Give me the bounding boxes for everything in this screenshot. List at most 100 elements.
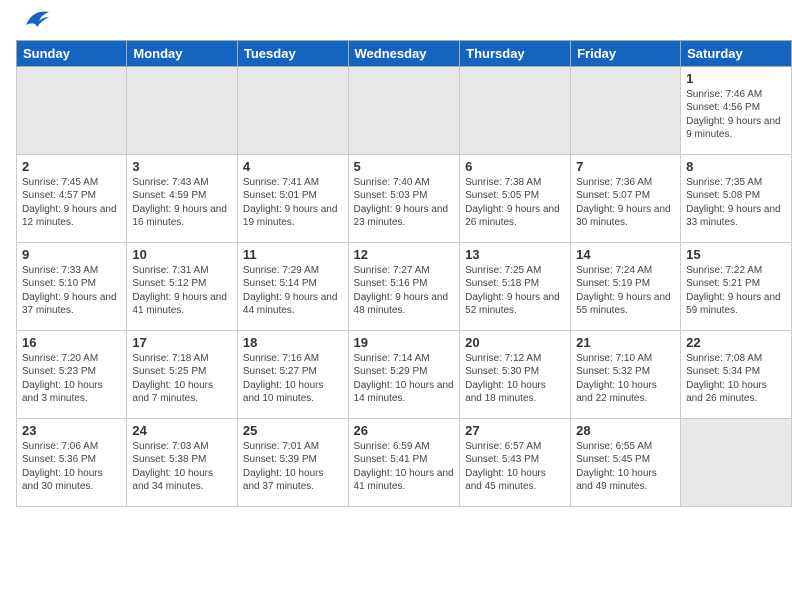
day-number: 9 xyxy=(22,247,121,262)
day-header-saturday: Saturday xyxy=(681,40,792,66)
cal-cell: 18 Sunrise: 7:16 AM Sunset: 5:27 PM Dayli… xyxy=(237,330,348,418)
day-info: Sunrise: 7:40 AM Sunset: 5:03 PM Dayligh… xyxy=(354,176,455,230)
calendar: SundayMondayTuesdayWednesdayThursdayFrid… xyxy=(16,40,792,507)
day-info: Sunrise: 7:24 AM Sunset: 5:19 PM Dayligh… xyxy=(576,264,675,318)
cal-cell: 2 Sunrise: 7:45 AM Sunset: 4:57 PM Daylig… xyxy=(17,154,127,242)
day-number: 20 xyxy=(465,335,565,350)
day-info: Sunrise: 7:03 AM Sunset: 5:38 PM Dayligh… xyxy=(132,440,232,494)
cal-cell xyxy=(127,66,238,154)
day-number: 13 xyxy=(465,247,565,262)
day-info: Sunrise: 7:01 AM Sunset: 5:39 PM Dayligh… xyxy=(243,440,343,494)
cal-cell: 11 Sunrise: 7:29 AM Sunset: 5:14 PM Dayli… xyxy=(237,242,348,330)
day-info: Sunrise: 7:25 AM Sunset: 5:18 PM Dayligh… xyxy=(465,264,565,318)
cal-cell: 6 Sunrise: 7:38 AM Sunset: 5:05 PM Daylig… xyxy=(460,154,571,242)
logo xyxy=(18,14,51,34)
day-number: 22 xyxy=(686,335,786,350)
day-number: 24 xyxy=(132,423,232,438)
cal-cell: 14 Sunrise: 7:24 AM Sunset: 5:19 PM Dayli… xyxy=(571,242,681,330)
day-number: 7 xyxy=(576,159,675,174)
day-number: 2 xyxy=(22,159,121,174)
day-info: Sunrise: 7:20 AM Sunset: 5:23 PM Dayligh… xyxy=(22,352,121,406)
cal-cell: 23 Sunrise: 7:06 AM Sunset: 5:36 PM Dayli… xyxy=(17,418,127,506)
day-number: 12 xyxy=(354,247,455,262)
cal-cell: 12 Sunrise: 7:27 AM Sunset: 5:16 PM Dayli… xyxy=(348,242,460,330)
day-info: Sunrise: 7:10 AM Sunset: 5:32 PM Dayligh… xyxy=(576,352,675,406)
day-info: Sunrise: 7:31 AM Sunset: 5:12 PM Dayligh… xyxy=(132,264,232,318)
day-number: 4 xyxy=(243,159,343,174)
day-info: Sunrise: 6:59 AM Sunset: 5:41 PM Dayligh… xyxy=(354,440,455,494)
day-number: 15 xyxy=(686,247,786,262)
day-info: Sunrise: 7:22 AM Sunset: 5:21 PM Dayligh… xyxy=(686,264,786,318)
day-number: 27 xyxy=(465,423,565,438)
day-number: 25 xyxy=(243,423,343,438)
day-number: 11 xyxy=(243,247,343,262)
cal-cell: 20 Sunrise: 7:12 AM Sunset: 5:30 PM Dayli… xyxy=(460,330,571,418)
day-info: Sunrise: 7:35 AM Sunset: 5:08 PM Dayligh… xyxy=(686,176,786,230)
day-info: Sunrise: 7:18 AM Sunset: 5:25 PM Dayligh… xyxy=(132,352,232,406)
day-header-tuesday: Tuesday xyxy=(237,40,348,66)
cal-cell: 28 Sunrise: 6:55 AM Sunset: 5:45 PM Dayli… xyxy=(571,418,681,506)
day-info: Sunrise: 7:14 AM Sunset: 5:29 PM Dayligh… xyxy=(354,352,455,406)
cal-cell xyxy=(460,66,571,154)
day-info: Sunrise: 7:38 AM Sunset: 5:05 PM Dayligh… xyxy=(465,176,565,230)
cal-cell: 9 Sunrise: 7:33 AM Sunset: 5:10 PM Daylig… xyxy=(17,242,127,330)
day-number: 17 xyxy=(132,335,232,350)
day-number: 3 xyxy=(132,159,232,174)
day-info: Sunrise: 6:55 AM Sunset: 5:45 PM Dayligh… xyxy=(576,440,675,494)
cal-cell xyxy=(681,418,792,506)
day-info: Sunrise: 7:16 AM Sunset: 5:27 PM Dayligh… xyxy=(243,352,343,406)
day-number: 16 xyxy=(22,335,121,350)
cal-cell: 25 Sunrise: 7:01 AM Sunset: 5:39 PM Dayli… xyxy=(237,418,348,506)
day-number: 23 xyxy=(22,423,121,438)
cal-cell xyxy=(348,66,460,154)
day-info: Sunrise: 7:45 AM Sunset: 4:57 PM Dayligh… xyxy=(22,176,121,230)
cal-cell: 13 Sunrise: 7:25 AM Sunset: 5:18 PM Dayli… xyxy=(460,242,571,330)
day-info: Sunrise: 7:43 AM Sunset: 4:59 PM Dayligh… xyxy=(132,176,232,230)
day-info: Sunrise: 7:08 AM Sunset: 5:34 PM Dayligh… xyxy=(686,352,786,406)
cal-cell: 4 Sunrise: 7:41 AM Sunset: 5:01 PM Daylig… xyxy=(237,154,348,242)
day-number: 6 xyxy=(465,159,565,174)
day-info: Sunrise: 7:29 AM Sunset: 5:14 PM Dayligh… xyxy=(243,264,343,318)
day-header-sunday: Sunday xyxy=(17,40,127,66)
day-info: Sunrise: 7:27 AM Sunset: 5:16 PM Dayligh… xyxy=(354,264,455,318)
cal-cell: 10 Sunrise: 7:31 AM Sunset: 5:12 PM Dayli… xyxy=(127,242,238,330)
cal-cell: 17 Sunrise: 7:18 AM Sunset: 5:25 PM Dayli… xyxy=(127,330,238,418)
cal-cell: 16 Sunrise: 7:20 AM Sunset: 5:23 PM Dayli… xyxy=(17,330,127,418)
day-number: 26 xyxy=(354,423,455,438)
day-info: Sunrise: 7:33 AM Sunset: 5:10 PM Dayligh… xyxy=(22,264,121,318)
day-info: Sunrise: 7:41 AM Sunset: 5:01 PM Dayligh… xyxy=(243,176,343,230)
cal-cell xyxy=(237,66,348,154)
cal-cell: 27 Sunrise: 6:57 AM Sunset: 5:43 PM Dayli… xyxy=(460,418,571,506)
cal-cell: 8 Sunrise: 7:35 AM Sunset: 5:08 PM Daylig… xyxy=(681,154,792,242)
cal-cell: 5Sunrise: 7:40 AM Sunset: 5:03 PM Daylig… xyxy=(348,154,460,242)
header xyxy=(0,0,792,40)
day-header-wednesday: Wednesday xyxy=(348,40,460,66)
cal-cell: 15 Sunrise: 7:22 AM Sunset: 5:21 PM Dayli… xyxy=(681,242,792,330)
day-info: Sunrise: 7:46 AM Sunset: 4:56 PM Dayligh… xyxy=(686,88,786,142)
day-number: 18 xyxy=(243,335,343,350)
day-header-friday: Friday xyxy=(571,40,681,66)
day-info: Sunrise: 7:12 AM Sunset: 5:30 PM Dayligh… xyxy=(465,352,565,406)
cal-cell: 3 Sunrise: 7:43 AM Sunset: 4:59 PM Daylig… xyxy=(127,154,238,242)
cal-cell xyxy=(571,66,681,154)
cal-cell: 22 Sunrise: 7:08 AM Sunset: 5:34 PM Dayli… xyxy=(681,330,792,418)
cal-cell xyxy=(17,66,127,154)
cal-cell: 26 Sunrise: 6:59 AM Sunset: 5:41 PM Dayli… xyxy=(348,418,460,506)
day-number: 14 xyxy=(576,247,675,262)
cal-cell: 19 Sunrise: 7:14 AM Sunset: 5:29 PM Dayli… xyxy=(348,330,460,418)
cal-cell: 1Sunrise: 7:46 AM Sunset: 4:56 PM Daylig… xyxy=(681,66,792,154)
day-info: Sunrise: 7:06 AM Sunset: 5:36 PM Dayligh… xyxy=(22,440,121,494)
day-header-thursday: Thursday xyxy=(460,40,571,66)
day-header-monday: Monday xyxy=(127,40,238,66)
cal-cell: 21 Sunrise: 7:10 AM Sunset: 5:32 PM Dayli… xyxy=(571,330,681,418)
cal-cell: 7 Sunrise: 7:36 AM Sunset: 5:07 PM Daylig… xyxy=(571,154,681,242)
day-number: 8 xyxy=(686,159,786,174)
logo-icon xyxy=(21,7,51,32)
day-number: 19 xyxy=(354,335,455,350)
day-number: 10 xyxy=(132,247,232,262)
day-number: 21 xyxy=(576,335,675,350)
cal-cell: 24 Sunrise: 7:03 AM Sunset: 5:38 PM Dayli… xyxy=(127,418,238,506)
day-info: Sunrise: 6:57 AM Sunset: 5:43 PM Dayligh… xyxy=(465,440,565,494)
day-number: 28 xyxy=(576,423,675,438)
day-info: Sunrise: 7:36 AM Sunset: 5:07 PM Dayligh… xyxy=(576,176,675,230)
